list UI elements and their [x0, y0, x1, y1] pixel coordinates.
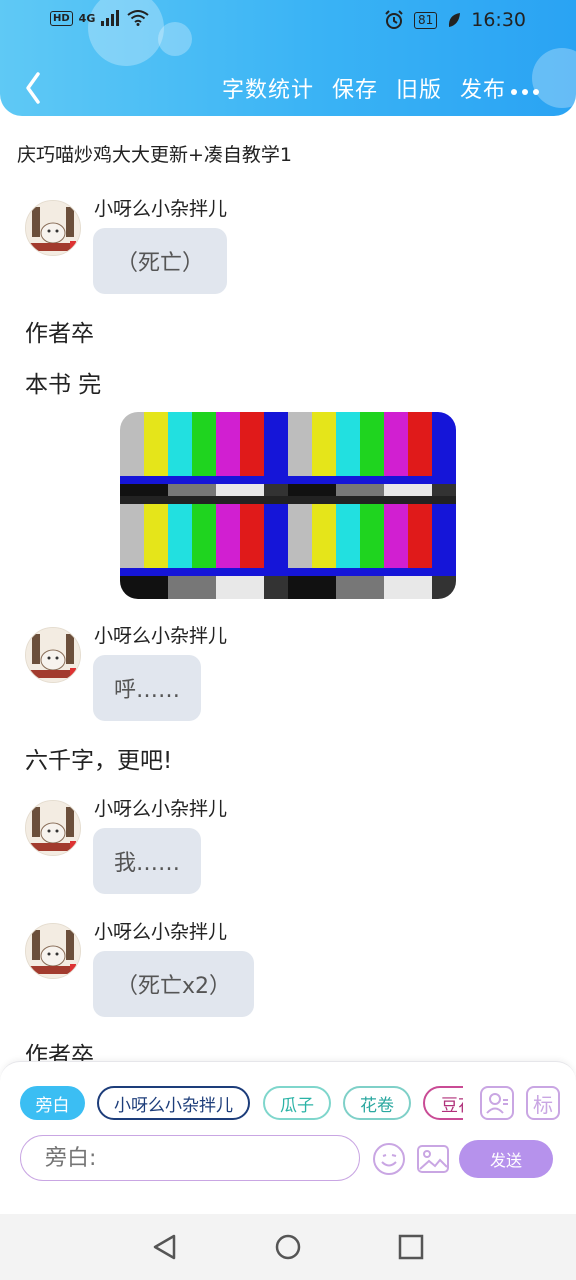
avatar[interactable]	[25, 923, 81, 979]
signal-icon	[101, 10, 120, 26]
cat-avatar-icon	[26, 628, 80, 682]
message-bubble[interactable]: 我……	[93, 828, 201, 894]
role-chip-character[interactable]: 花卷	[343, 1086, 411, 1120]
hd-indicator: HD	[50, 10, 73, 26]
narration-text[interactable]: 六千字，更吧!	[25, 741, 172, 775]
speaker-name: 小呀么小杂拌儿	[94, 625, 228, 647]
speaker-name: 小呀么小杂拌儿	[94, 921, 228, 943]
publish-button[interactable]: 发布	[460, 72, 506, 104]
chevron-left-icon	[26, 72, 40, 104]
message-input[interactable]	[43, 1136, 347, 1180]
role-chip-character[interactable]: 小呀么小杂拌儿	[97, 1086, 250, 1120]
tag-button[interactable]: 标	[526, 1086, 560, 1120]
role-chip-character[interactable]: 豆花	[423, 1086, 463, 1120]
leaf-icon	[449, 13, 461, 27]
word-count-button[interactable]: 字数统计	[222, 72, 314, 104]
avatar[interactable]	[25, 200, 81, 256]
wifi-icon	[127, 10, 149, 26]
emoji-icon	[373, 1143, 405, 1175]
cat-avatar-icon	[26, 201, 80, 255]
save-button[interactable]: 保存	[332, 72, 378, 104]
triangle-back-icon	[153, 1234, 176, 1260]
speaker-name: 小呀么小杂拌儿	[94, 798, 228, 820]
more-button[interactable]	[510, 78, 540, 103]
system-navigation-bar	[0, 1214, 576, 1280]
network-gen-label: 4G	[78, 11, 96, 25]
narration-text[interactable]: 作者卒	[25, 314, 94, 348]
cat-avatar-icon	[26, 801, 80, 855]
battery-indicator: 81	[413, 11, 438, 29]
nav-recents-button[interactable]	[396, 1232, 426, 1266]
user-manage-icon	[486, 1093, 508, 1114]
role-chip-narrator[interactable]: 旁白	[20, 1086, 85, 1120]
old-version-button[interactable]: 旧版	[396, 72, 442, 104]
back-button[interactable]	[18, 68, 52, 108]
status-bar: HD 4G 81 16:30	[0, 0, 576, 44]
image-button[interactable]	[416, 1142, 450, 1176]
message-bubble[interactable]: 呼……	[93, 655, 201, 721]
circle-home-icon	[275, 1234, 301, 1260]
role-chip-character[interactable]: 瓜子	[263, 1086, 331, 1120]
message-input-wrapper	[20, 1135, 360, 1181]
narration-text[interactable]: 本书 完	[25, 365, 101, 399]
emoji-button[interactable]	[372, 1142, 406, 1176]
speaker-name: 小呀么小杂拌儿	[94, 198, 228, 220]
square-recents-icon	[398, 1234, 424, 1260]
message-bubble[interactable]: （死亡）	[93, 228, 227, 294]
color-bars-graphic	[120, 412, 456, 599]
nav-back-button[interactable]	[150, 1232, 180, 1266]
top-nav: 字数统计 保存 旧版 发布	[0, 60, 576, 116]
message-bubble[interactable]: （死亡x2）	[93, 951, 254, 1017]
avatar[interactable]	[25, 627, 81, 683]
document-title[interactable]: 庆巧喵炒鸡大大更新+凑自教学1	[17, 140, 292, 167]
avatar[interactable]	[25, 800, 81, 856]
role-manage-button[interactable]	[480, 1086, 514, 1120]
send-button[interactable]: 发送	[459, 1140, 553, 1178]
role-chip-clip: 豆花	[423, 1086, 463, 1120]
nav-home-button[interactable]	[273, 1232, 303, 1266]
clock-time: 16:30	[471, 9, 526, 31]
composer-panel: 旁白 小呀么小杂拌儿 瓜子 花卷 豆花 标 发送	[0, 1061, 576, 1215]
color-bars-image[interactable]	[120, 412, 456, 599]
app-header: HD 4G 81 16:30 字数统计 保存 旧版 发布	[0, 0, 576, 116]
image-icon	[417, 1145, 449, 1173]
cat-avatar-icon	[26, 924, 80, 978]
more-dots-icon	[511, 89, 539, 95]
alarm-icon	[385, 10, 403, 29]
